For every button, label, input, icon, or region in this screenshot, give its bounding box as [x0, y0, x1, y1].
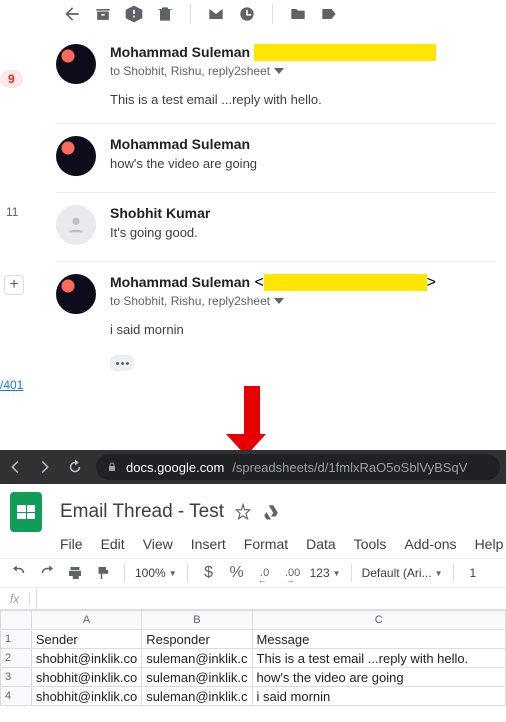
col-header[interactable]: A [31, 611, 141, 630]
archive-icon[interactable] [93, 4, 113, 24]
star-icon[interactable] [234, 503, 252, 521]
menu-help[interactable]: Help [475, 536, 504, 552]
sender-name: Shobhit Kumar [110, 205, 496, 221]
avatar: so tv [56, 136, 96, 176]
redo-icon[interactable] [36, 562, 58, 584]
message-list: so tv Mohammad Suleman <suleman@inklik.c… [0, 32, 506, 387]
undo-icon[interactable] [8, 562, 30, 584]
arrow-annotation [238, 386, 266, 456]
gmail-pane: 9 11 + /401 so tv Mohammad Suleman <sule… [0, 0, 506, 387]
fx-label: fx [0, 592, 30, 606]
avatar: so tv [56, 274, 96, 314]
table-row[interactable]: 3 shobhit@inklik.cosuleman@inklik.chow's… [1, 668, 506, 687]
moveto-icon[interactable] [288, 4, 308, 24]
message-body: how's the video are going [110, 156, 496, 171]
sender-email-redacted: suleman@inklik.com [264, 274, 427, 291]
avatar [56, 205, 96, 245]
sheets-logo-icon[interactable] [10, 492, 42, 532]
back-icon[interactable] [62, 4, 82, 24]
message-item[interactable]: so tv Mohammad Suleman how's the video a… [56, 124, 496, 193]
snooze-icon[interactable] [237, 4, 257, 24]
toolbar-divider [190, 4, 191, 24]
zoom-dropdown[interactable]: 100%▼ [135, 566, 177, 580]
leftrail-badge[interactable]: 9 [0, 70, 23, 88]
table-row[interactable]: 1 SenderResponderMessage [1, 630, 506, 649]
url-path: /spreadsheets/d/1fmlxRaO5oSblVyBSqV [232, 460, 467, 475]
url-host: docs.google.com [126, 460, 224, 475]
sender-name: Mohammad Suleman [110, 274, 250, 290]
browser-back-icon[interactable] [6, 458, 24, 476]
message-item[interactable]: so tv Mohammad Suleman <suleman@inklik.c… [56, 262, 496, 387]
col-header[interactable]: C [252, 611, 505, 630]
message-item[interactable]: so tv Mohammad Suleman <suleman@inklik.c… [56, 32, 496, 124]
font-dropdown[interactable]: Default (Ari...▼ [362, 566, 443, 580]
percent-icon[interactable]: % [226, 562, 248, 584]
browser-forward-icon[interactable] [36, 458, 54, 476]
message-item[interactable]: Shobhit Kumar It's going good. [56, 193, 496, 262]
menu-view[interactable]: View [143, 536, 173, 552]
unread-icon[interactable] [206, 4, 226, 24]
sender-name: Mohammad Suleman [110, 44, 250, 60]
lock-icon [106, 461, 118, 473]
toolbar-divider [272, 4, 273, 24]
corner-cell[interactable] [1, 611, 32, 630]
sender-name: Mohammad Suleman [110, 136, 496, 152]
table-row[interactable]: 4 shobhit@inklik.cosuleman@inklik.ci sai… [1, 687, 506, 706]
spreadsheet-grid[interactable]: A B C 1 SenderResponderMessage 2 shobhit… [0, 610, 506, 706]
table-row[interactable]: 2 shobhit@inklik.cosuleman@inklik.cThis … [1, 649, 506, 668]
omnibox[interactable]: docs.google.com/spreadsheets/d/1fmlxRaO5… [96, 454, 500, 480]
sender-email-redacted: <suleman@inklik.com> [254, 44, 435, 61]
sheets-pane: Email Thread - Test File Edit View Inser… [0, 484, 506, 722]
col-header[interactable]: B [142, 611, 252, 630]
menu-addons[interactable]: Add-ons [404, 536, 456, 552]
leftrail-count: 11 [6, 205, 18, 219]
recipients-line[interactable]: to Shobhit, Rishu, reply2sheet [110, 294, 496, 308]
menu-edit[interactable]: Edit [101, 536, 125, 552]
menu-insert[interactable]: Insert [191, 536, 226, 552]
recipients-line[interactable]: to Shobhit, Rishu, reply2sheet [110, 64, 496, 78]
trash-icon[interactable] [155, 4, 175, 24]
menu-data[interactable]: Data [306, 536, 336, 552]
paintformat-icon[interactable] [92, 562, 114, 584]
leftrail-plus[interactable]: + [4, 275, 24, 295]
font-size[interactable]: 1 [470, 566, 477, 580]
message-body: This is a test email ...reply with hello… [110, 92, 496, 107]
dec-decrease-icon[interactable]: .0← [254, 562, 276, 584]
sheets-toolbar: 100%▼ $ % .0← .00→ 123▼ Default (Ari...▼… [0, 558, 506, 588]
currency-icon[interactable]: $ [198, 562, 220, 584]
menu-tools[interactable]: Tools [354, 536, 387, 552]
show-trimmed-icon[interactable] [110, 355, 134, 371]
drive-icon[interactable] [262, 503, 280, 521]
menu-bar: File Edit View Insert Format Data Tools … [0, 536, 506, 558]
formula-bar[interactable]: fx [0, 588, 506, 610]
dec-increase-icon[interactable]: .00→ [282, 562, 304, 584]
menu-format[interactable]: Format [244, 536, 288, 552]
browser-toolbar: docs.google.com/spreadsheets/d/1fmlxRaO5… [0, 450, 506, 484]
leftrail-link[interactable]: /401 [0, 378, 23, 392]
avatar: so tv [56, 44, 96, 84]
menu-file[interactable]: File [60, 536, 83, 552]
spam-icon[interactable] [124, 4, 144, 24]
browser-reload-icon[interactable] [66, 458, 84, 476]
print-icon[interactable] [64, 562, 86, 584]
label-icon[interactable] [319, 4, 339, 24]
message-body: It's going good. [110, 225, 496, 240]
doc-title[interactable]: Email Thread - Test [60, 501, 224, 523]
format-123-dropdown[interactable]: 123▼ [310, 566, 341, 580]
gmail-toolbar [0, 0, 506, 32]
message-body: i said mornin [110, 322, 496, 337]
